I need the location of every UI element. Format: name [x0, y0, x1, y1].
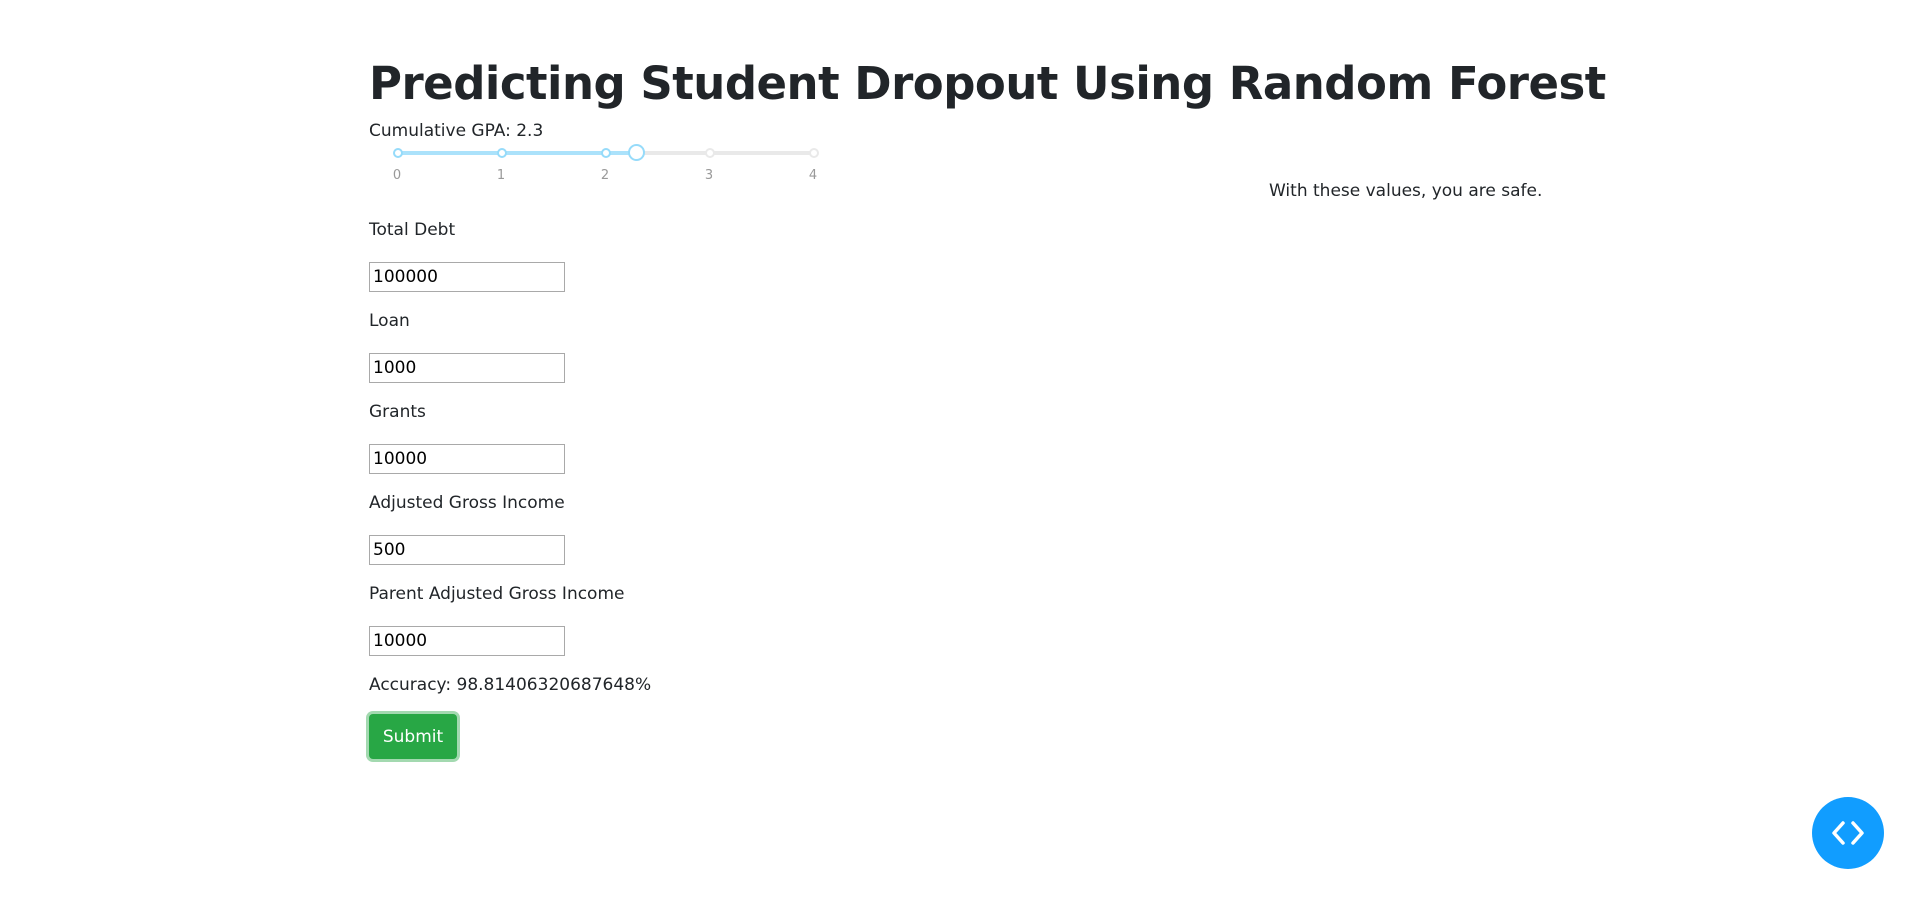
debug-menu-button[interactable]: [1812, 797, 1884, 869]
slider-dot-2[interactable]: [601, 148, 611, 158]
gpa-label: Cumulative GPA: 2.3: [369, 121, 544, 141]
slider-mark-0[interactable]: 0: [387, 168, 407, 184]
parent-agi-input[interactable]: [369, 626, 565, 656]
slider-mark-3[interactable]: 3: [699, 168, 719, 184]
total-debt-input[interactable]: [369, 262, 565, 292]
slider-dot-1[interactable]: [497, 148, 507, 158]
slider-dot-3[interactable]: [705, 148, 715, 158]
slider-mark-1[interactable]: 1: [491, 168, 511, 184]
page-title: Predicting Student Dropout Using Random …: [369, 57, 1606, 110]
parent-agi-label: Parent Adjusted Gross Income: [369, 584, 625, 604]
code-icon: [1832, 821, 1864, 845]
slider-dot-4[interactable]: [809, 148, 819, 158]
grants-input[interactable]: [369, 444, 565, 474]
grants-label: Grants: [369, 402, 426, 422]
slider-dot-0[interactable]: [393, 148, 403, 158]
agi-input[interactable]: [369, 535, 565, 565]
submit-button[interactable]: Submit: [369, 714, 457, 759]
total-debt-label: Total Debt: [369, 220, 456, 240]
accuracy-text: Accuracy: 98.81406320687648%: [369, 675, 652, 695]
slider-mark-2[interactable]: 2: [595, 168, 615, 184]
slider-handle[interactable]: [628, 144, 646, 161]
prediction-result: With these values, you are safe.: [1269, 181, 1543, 201]
loan-label: Loan: [369, 311, 410, 331]
loan-input[interactable]: [369, 353, 565, 383]
gpa-slider[interactable]: 0 1 2 3 4: [393, 142, 819, 194]
agi-label: Adjusted Gross Income: [369, 493, 565, 513]
slider-mark-4[interactable]: 4: [803, 168, 823, 184]
